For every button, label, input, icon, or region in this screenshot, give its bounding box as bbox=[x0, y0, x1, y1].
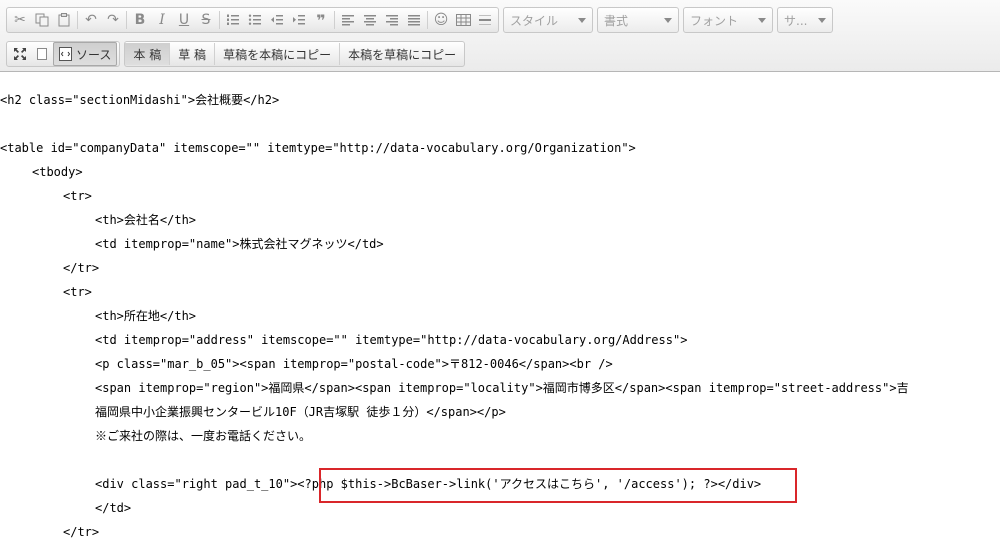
code-line: </td> bbox=[95, 498, 131, 518]
code-line: <table id="companyData" itemscope="" ite… bbox=[0, 138, 636, 158]
code-line: ※ご来社の際は、一度お電話ください。 bbox=[95, 426, 311, 446]
soukou-button[interactable]: 草 稿 bbox=[170, 43, 216, 65]
source-icon bbox=[59, 47, 72, 61]
separator bbox=[77, 11, 78, 29]
chevron-down-icon bbox=[758, 18, 766, 23]
chevron-down-icon bbox=[578, 18, 586, 23]
smiley-icon[interactable]: ☺ bbox=[430, 9, 452, 31]
code-line-text: <th>会社名</th> bbox=[95, 213, 197, 227]
code-line-text: ※ご来社の際は、一度お電話ください。 bbox=[95, 429, 312, 443]
align-left-icon[interactable] bbox=[337, 9, 359, 31]
cut-icon[interactable]: ✂ bbox=[9, 9, 31, 31]
code-line-text: <tr> bbox=[63, 285, 92, 299]
separator bbox=[334, 11, 335, 29]
blockquote-icon[interactable]: ❞ bbox=[310, 9, 332, 31]
maximize-icon[interactable] bbox=[9, 43, 31, 65]
code-line: <h2 class="sectionMidashi">会社概要</h2> bbox=[0, 90, 279, 110]
code-line-text: <th>所在地</th> bbox=[95, 309, 197, 323]
copy-icon[interactable] bbox=[31, 9, 53, 31]
code-line: <tr> bbox=[63, 282, 92, 302]
code-line: <tr> bbox=[63, 186, 92, 206]
copy-draft-to-main-button[interactable]: 草稿を本稿にコピー bbox=[215, 43, 341, 65]
code-line-text: <table id="companyData" itemscope="" ite… bbox=[0, 141, 636, 155]
separator bbox=[427, 11, 428, 29]
align-center-icon[interactable] bbox=[359, 9, 381, 31]
font-combo-label: フォント bbox=[690, 13, 739, 28]
code-line-text: <tr> bbox=[63, 189, 92, 203]
soukou-label: 草 稿 bbox=[178, 47, 207, 62]
code-line-text: </td> bbox=[95, 501, 132, 515]
italic-icon[interactable]: I bbox=[151, 9, 173, 31]
undo-icon[interactable]: ↶ bbox=[80, 9, 102, 31]
honkou-button[interactable]: 本 稿 bbox=[125, 43, 171, 65]
copy-main-to-draft-label: 本稿を草稿にコピー bbox=[348, 47, 457, 62]
source-label: ソース bbox=[76, 47, 112, 62]
code-line: <p class="mar_b_05"><span itemprop="post… bbox=[95, 354, 613, 374]
code-line: </tr> bbox=[63, 258, 99, 278]
paste-icon[interactable] bbox=[53, 9, 75, 31]
separator bbox=[219, 11, 220, 29]
code-line: <th>所在地</th> bbox=[95, 306, 196, 326]
show-blocks-icon[interactable] bbox=[31, 43, 53, 65]
code-line-text: <span itemprop="region">福岡県</span><span … bbox=[95, 381, 909, 395]
source-button[interactable]: ソース bbox=[53, 42, 118, 66]
indent-icon[interactable] bbox=[288, 9, 310, 31]
code-line: <span itemprop="region">福岡県</span><span … bbox=[95, 378, 909, 398]
code-line-text: <div class="right pad_t_10"> bbox=[95, 477, 298, 491]
code-line-text: <h2 class="sectionMidashi">会社概要</h2> bbox=[0, 93, 280, 107]
copy-main-to-draft-button[interactable]: 本稿を草稿にコピー bbox=[340, 43, 464, 65]
style-combo-label: スタイル bbox=[510, 13, 559, 28]
code-line: </tr> bbox=[63, 522, 99, 542]
format-combo-label: 書式 bbox=[604, 13, 629, 28]
chevron-down-icon bbox=[818, 18, 826, 23]
clipboard-group: ✂ ↶ ↷ B I U S ❞ ☺ bbox=[6, 7, 499, 33]
code-line-text: <td itemprop="name">株式会社マグネッツ</td> bbox=[95, 237, 384, 251]
highlight-annotation-box bbox=[319, 468, 797, 503]
bold-icon[interactable]: B bbox=[129, 9, 151, 31]
code-line: <th>会社名</th> bbox=[95, 210, 196, 230]
code-line-text: </tr> bbox=[63, 525, 100, 539]
align-justify-icon[interactable] bbox=[403, 9, 425, 31]
horizontal-rule-icon[interactable] bbox=[474, 9, 496, 31]
table-icon[interactable] bbox=[452, 9, 474, 31]
code-line-text: </tr> bbox=[63, 261, 100, 275]
bulleted-list-icon[interactable] bbox=[244, 9, 266, 31]
align-right-icon[interactable] bbox=[381, 9, 403, 31]
size-combo-label: サ... bbox=[784, 13, 808, 28]
redo-icon[interactable]: ↷ bbox=[102, 9, 124, 31]
code-line-text: <tbody> bbox=[32, 165, 83, 179]
draft-group: 本 稿 草 稿 草稿を本稿にコピー 本稿を草稿にコピー bbox=[124, 41, 466, 67]
code-line: <td itemprop="name">株式会社マグネッツ</td> bbox=[95, 234, 384, 254]
copy-draft-to-main-label: 草稿を本稿にコピー bbox=[223, 47, 332, 62]
toolbar-row-2: ソース 本 稿 草 稿 草稿を本稿にコピー 本稿を草稿にコピー bbox=[6, 40, 469, 68]
size-combo[interactable]: サ... bbox=[777, 7, 833, 33]
code-line: <tbody> bbox=[32, 162, 83, 182]
toolbar-row-1: ✂ ↶ ↷ B I U S ❞ ☺ スタイル 書式 フォント サ... bbox=[6, 6, 837, 34]
code-line-text: <td itemprop="address" itemscope="" item… bbox=[95, 333, 688, 347]
code-line: 福岡県中小企業振興センタービル10F（JR吉塚駅 徒歩１分）</span></p… bbox=[95, 402, 506, 422]
format-combo[interactable]: 書式 bbox=[597, 7, 679, 33]
underline-icon[interactable]: U bbox=[173, 9, 195, 31]
numbered-list-icon[interactable] bbox=[222, 9, 244, 31]
view-group: ソース bbox=[6, 41, 121, 67]
strike-icon[interactable]: S bbox=[195, 9, 217, 31]
editor-toolbar: ✂ ↶ ↷ B I U S ❞ ☺ スタイル 書式 フォント サ... ソース … bbox=[0, 0, 1000, 72]
code-line: <td itemprop="address" itemscope="" item… bbox=[95, 330, 687, 350]
font-combo[interactable]: フォント bbox=[683, 7, 773, 33]
outdent-icon[interactable] bbox=[266, 9, 288, 31]
code-line-text: 福岡県中小企業振興センタービル10F（JR吉塚駅 徒歩１分）</span></p… bbox=[95, 405, 506, 419]
separator bbox=[126, 11, 127, 29]
honkou-label: 本 稿 bbox=[133, 47, 162, 62]
chevron-down-icon bbox=[664, 18, 672, 23]
style-combo[interactable]: スタイル bbox=[503, 7, 593, 33]
code-line-text: <p class="mar_b_05"><span itemprop="post… bbox=[95, 357, 613, 371]
